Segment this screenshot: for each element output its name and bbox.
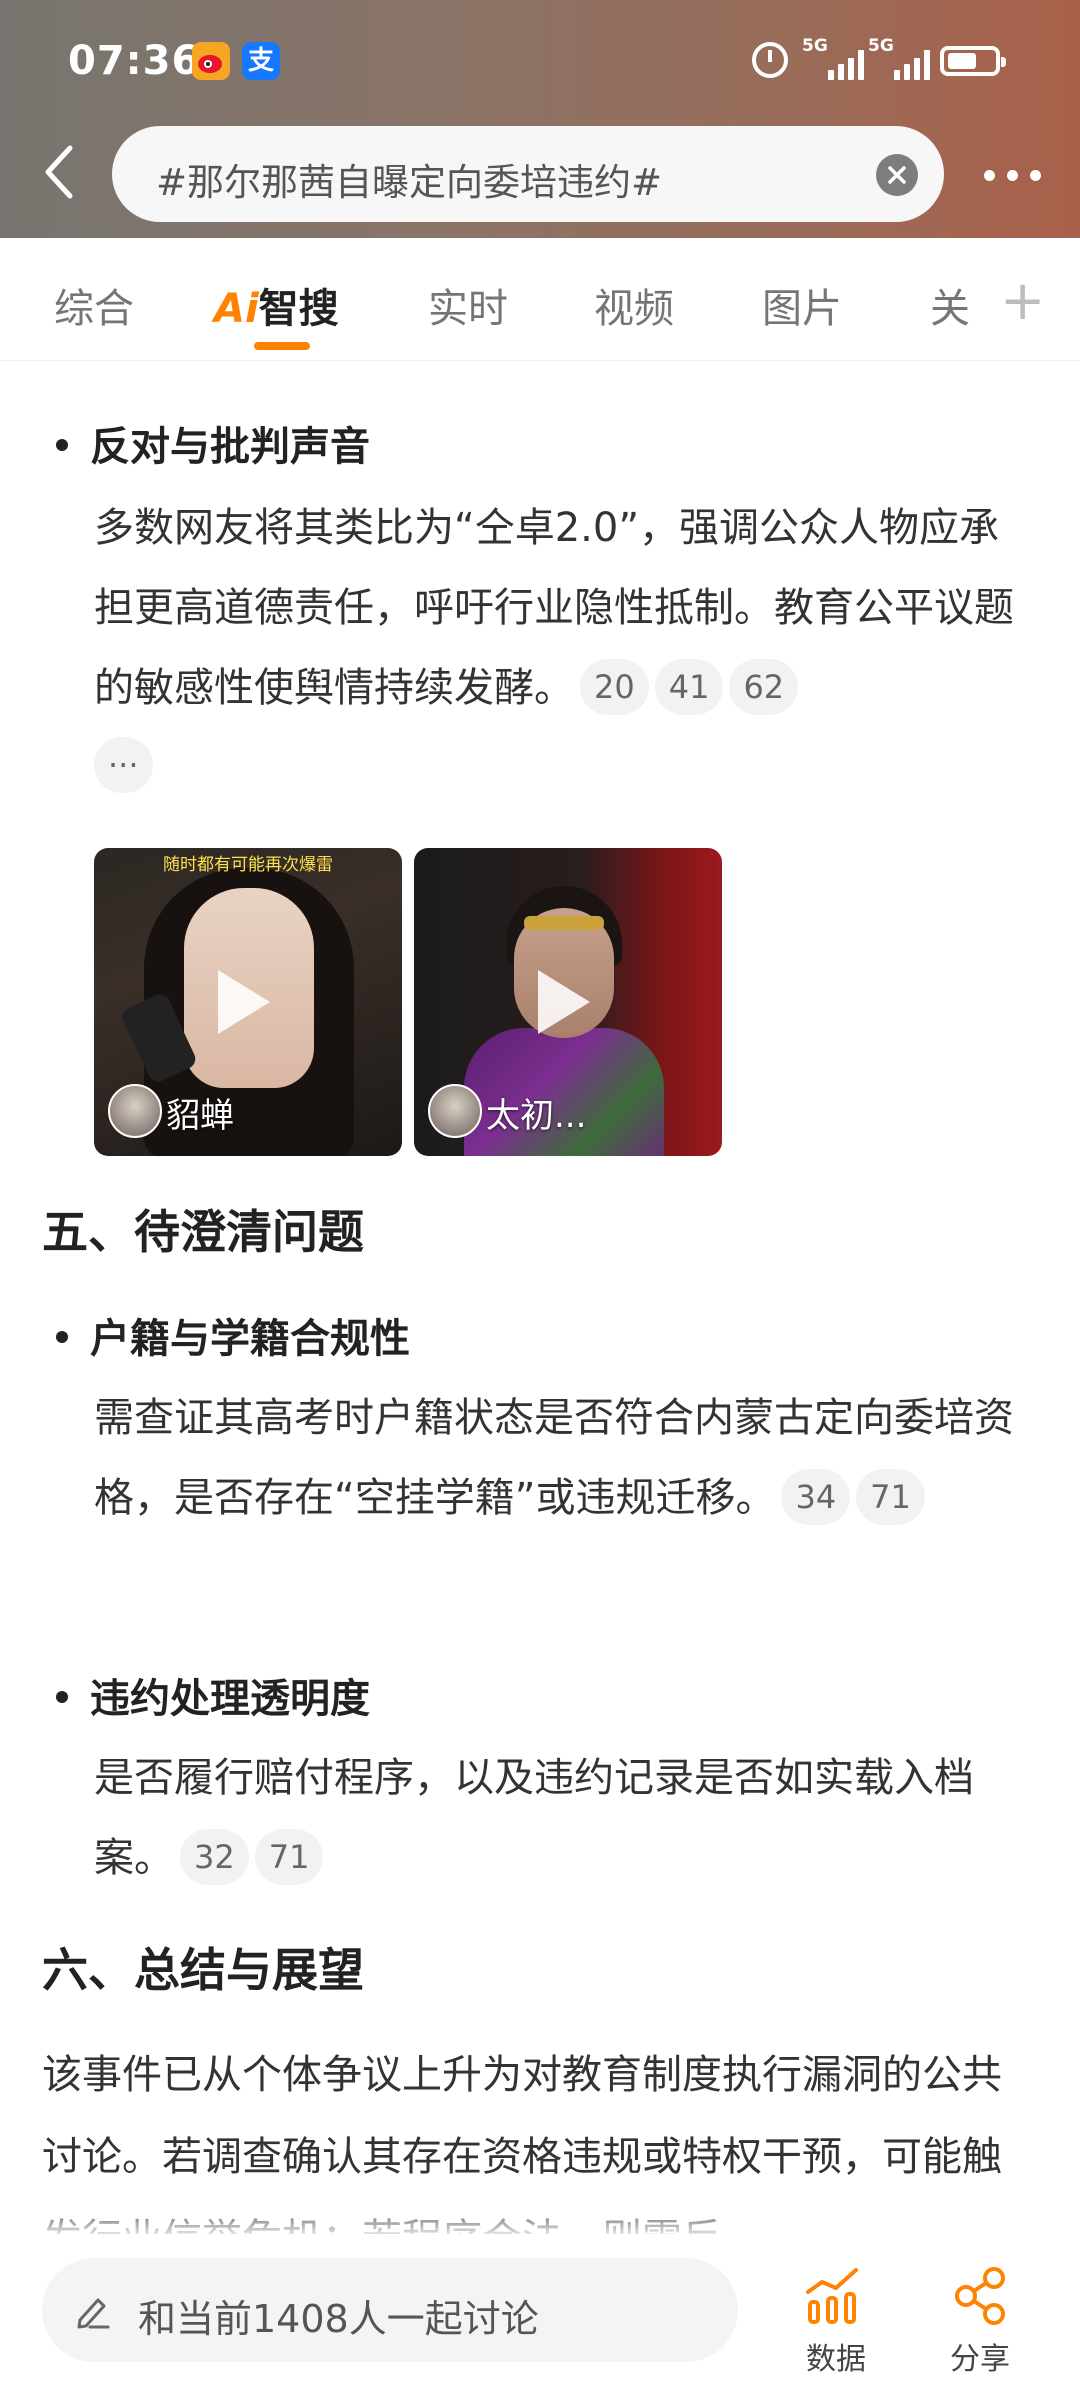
bullet-title: 户籍与学籍合规性 bbox=[56, 1306, 410, 1364]
close-icon bbox=[888, 166, 906, 184]
video-title: 太初... bbox=[486, 1096, 587, 1136]
status-time: 07:36 bbox=[68, 38, 201, 84]
avatar bbox=[108, 1084, 162, 1138]
bullet-title: 违约处理透明度 bbox=[56, 1666, 370, 1724]
data-label: 数据 bbox=[806, 2342, 866, 2377]
share-button[interactable]: 分享 bbox=[930, 2256, 1030, 2377]
battery-icon bbox=[940, 46, 1006, 76]
discussion-placeholder: 和当前1408人一起讨论 bbox=[138, 2297, 539, 2341]
reference-chip[interactable]: 41 bbox=[654, 659, 724, 715]
video-overlay-caption: 随时都有可能再次爆雷 bbox=[163, 855, 333, 875]
status-bar: 07:36 支 5G 5G bbox=[0, 0, 1080, 118]
alipay-icon: 支 bbox=[242, 42, 280, 80]
discussion-input[interactable]: 和当前1408人一起讨论 bbox=[42, 2258, 738, 2362]
section-title: 五、待澄清问题 bbox=[42, 1205, 364, 1259]
data-button[interactable]: 数据 bbox=[786, 2256, 886, 2377]
reference-chip[interactable]: 34 bbox=[781, 1469, 851, 1525]
top-header: 07:36 支 5G 5G #那尔那茜自曝定向委培违约# bbox=[0, 0, 1080, 238]
pencil-icon bbox=[77, 2298, 110, 2329]
search-tabs: 综合 Ai智搜 实时 视频 图片 关 bbox=[0, 238, 1080, 361]
more-references-chip[interactable]: ··· bbox=[94, 737, 153, 793]
share-icon bbox=[955, 2267, 1005, 2325]
tab-ai-search[interactable]: Ai智搜 bbox=[214, 276, 339, 334]
bullet-text: 是否履行赔付程序，以及违约记录是否如实载入档案。 32 71 bbox=[94, 1738, 1034, 1898]
reference-chip[interactable]: 71 bbox=[856, 1469, 925, 1525]
tab-images[interactable]: 图片 bbox=[762, 276, 842, 334]
signal-icon-2: 5G bbox=[868, 36, 938, 84]
more-options-button[interactable] bbox=[978, 150, 1048, 200]
reference-chip[interactable]: 20 bbox=[580, 659, 649, 715]
tab-realtime[interactable]: 实时 bbox=[428, 276, 508, 334]
reference-chip[interactable]: 62 bbox=[729, 659, 799, 715]
tab-comprehensive[interactable]: 综合 bbox=[54, 276, 134, 334]
avatar bbox=[428, 1084, 482, 1138]
chart-icon bbox=[806, 2268, 858, 2324]
reference-chip[interactable]: 71 bbox=[254, 1829, 324, 1885]
weibo-icon bbox=[192, 42, 230, 80]
add-tab-icon[interactable]: + bbox=[1000, 274, 1045, 328]
reference-chip[interactable]: 32 bbox=[180, 1829, 249, 1885]
tab-video[interactable]: 视频 bbox=[594, 276, 674, 334]
video-thumbnail[interactable]: 太初... bbox=[414, 848, 722, 1156]
search-input[interactable]: #那尔那茜自曝定向委培违约# bbox=[112, 126, 944, 222]
bullet-text: 需查证其高考时户籍状态是否符合内蒙古定向委培资格，是否存在“空挂学籍”或违规迁移… bbox=[94, 1378, 1034, 1538]
section-title: 六、总结与展望 bbox=[42, 1943, 364, 1997]
video-title: 貂蝉 bbox=[166, 1096, 234, 1136]
play-icon bbox=[538, 970, 590, 1034]
video-thumbnail[interactable]: 随时都有可能再次爆雷 貂蝉 bbox=[94, 848, 402, 1156]
tab-related[interactable]: 关 bbox=[930, 276, 970, 334]
bottom-bar: 和当前1408人一起讨论 数据 分享 bbox=[0, 2236, 1080, 2382]
signal-icon: 5G bbox=[802, 36, 872, 84]
play-icon bbox=[218, 970, 270, 1034]
active-tab-indicator bbox=[254, 342, 310, 350]
alarm-icon bbox=[752, 42, 788, 78]
back-button[interactable] bbox=[40, 142, 80, 202]
bullet-text: 多数网友将其类比为“仝卓2.0”，强调公众人物应承担更高道德责任，呼吁行业隐性抵… bbox=[94, 488, 1034, 728]
chevron-left-icon bbox=[45, 145, 73, 199]
share-label: 分享 bbox=[950, 2342, 1010, 2377]
ai-badge: Ai bbox=[214, 286, 259, 332]
search-query: #那尔那茜自曝定向委培违约# bbox=[156, 161, 663, 204]
bullet-title: 反对与批判声音 bbox=[56, 414, 370, 472]
clear-search-button[interactable] bbox=[876, 154, 918, 196]
